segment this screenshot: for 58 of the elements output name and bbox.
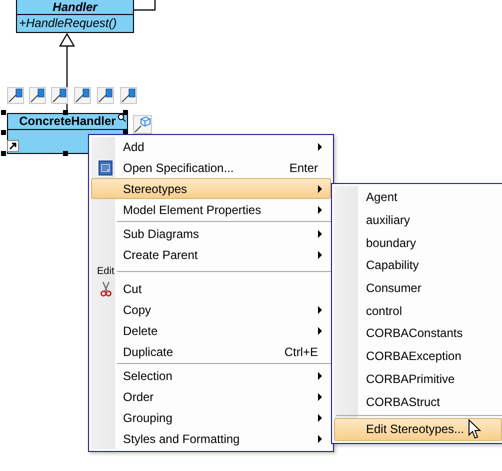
submenu-arrow-icon bbox=[318, 250, 322, 258]
menu-item[interactable]: Create Parent bbox=[91, 244, 331, 265]
menu-item[interactable]: Copy bbox=[91, 299, 331, 320]
resource-icon[interactable] bbox=[120, 87, 137, 104]
resource-icon[interactable] bbox=[7, 87, 24, 104]
scissors-icon bbox=[100, 280, 112, 296]
selection-handle[interactable] bbox=[1, 110, 6, 115]
menu-item[interactable]: Open Specification... Enter bbox=[91, 157, 331, 178]
menu-item[interactable]: CORBAPrimitive bbox=[334, 368, 502, 390]
submenu-arrow-icon bbox=[318, 372, 322, 380]
class-box[interactable]: Handler +HandleRequest() bbox=[16, 0, 134, 33]
class-operation: +HandleRequest() bbox=[19, 16, 118, 31]
menu-section-header: Edit bbox=[97, 266, 114, 277]
class-name: Handler bbox=[17, 0, 133, 15]
submenu-arrow-icon bbox=[318, 414, 322, 422]
submenu-arrow-icon bbox=[318, 392, 322, 400]
menu-item[interactable]: Edit Stereotypes... bbox=[334, 418, 502, 441]
resource-icon[interactable] bbox=[29, 87, 46, 104]
shortcut-arrow-icon bbox=[7, 140, 19, 152]
menu-item[interactable]: Sub Diagrams bbox=[91, 223, 331, 244]
menu-item[interactable]: Stereotypes bbox=[91, 178, 331, 199]
menu-item[interactable]: auxiliary bbox=[334, 208, 502, 232]
menu-item[interactable]: boundary bbox=[334, 231, 502, 254]
menu-item[interactable]: Model Element Properties bbox=[91, 199, 331, 220]
submenu-arrow-icon bbox=[318, 206, 322, 214]
selection-handle[interactable] bbox=[63, 151, 68, 156]
menu-item[interactable]: CORBAStruct bbox=[334, 390, 502, 413]
menu-item[interactable]: Selection bbox=[91, 365, 331, 386]
menu-item[interactable]: CORBAException bbox=[334, 344, 502, 368]
submenu-arrow-icon bbox=[318, 434, 322, 442]
menu-item[interactable]: Cut bbox=[91, 278, 331, 299]
menu-item[interactable]: Order bbox=[91, 386, 331, 407]
class-border-line bbox=[133, 0, 156, 11]
selection-handle[interactable] bbox=[1, 151, 6, 156]
menu-item[interactable]: Duplicate Ctrl+E bbox=[91, 341, 331, 362]
search-icon[interactable] bbox=[117, 113, 126, 122]
cube-icon[interactable] bbox=[133, 115, 152, 134]
submenu-arrow-icon bbox=[318, 230, 322, 238]
submenu-arrow-icon bbox=[318, 326, 322, 334]
menu-item[interactable]: control bbox=[334, 299, 502, 322]
selection-handle[interactable] bbox=[123, 110, 128, 115]
menu-item[interactable]: Styles and Formatting bbox=[91, 428, 331, 449]
submenu-arrow-icon bbox=[318, 306, 322, 314]
menu-item[interactable]: Consumer bbox=[334, 276, 502, 300]
menu-item[interactable]: Capability bbox=[334, 254, 502, 277]
menu-item[interactable]: Agent bbox=[334, 186, 502, 209]
cursor-icon bbox=[468, 419, 482, 440]
resource-icon[interactable] bbox=[97, 87, 114, 104]
submenu-arrow-icon bbox=[318, 142, 322, 150]
submenu-arrow-icon bbox=[318, 184, 322, 192]
selection-handle[interactable] bbox=[1, 130, 6, 135]
selection-handle[interactable] bbox=[63, 110, 68, 115]
document-icon bbox=[98, 160, 114, 176]
resource-icon[interactable] bbox=[51, 87, 68, 104]
menu-item[interactable]: Delete bbox=[91, 320, 331, 341]
menu-item[interactable]: CORBAConstants bbox=[334, 322, 502, 345]
menu-item[interactable]: Grouping bbox=[91, 407, 331, 428]
resource-icon[interactable] bbox=[74, 87, 91, 104]
